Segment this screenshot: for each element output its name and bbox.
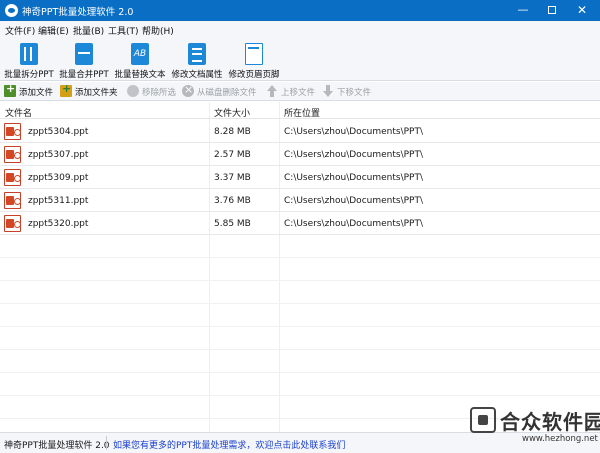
menu-edit[interactable]: 编辑(E) <box>38 24 69 37</box>
file-size: 5.85 MB <box>214 219 251 229</box>
menu-help[interactable]: 帮助(H) <box>142 24 174 37</box>
file-row[interactable]: zppt5304.ppt 8.28 MB C:\Users\zhou\Docum… <box>0 120 600 143</box>
empty-row <box>0 327 600 350</box>
empty-row <box>0 373 600 396</box>
move-down-label: 下移文件 <box>337 88 372 98</box>
column-header-size[interactable]: 文件大小 <box>214 106 250 119</box>
maximize-button[interactable] <box>536 0 568 21</box>
move-down-button[interactable]: 下移文件 <box>322 85 374 99</box>
replace-text-label: 批量替换文本 <box>114 70 166 80</box>
file-size: 3.37 MB <box>214 173 251 183</box>
remove-selected-label: 移除所选 <box>142 88 177 98</box>
move-up-label: 上移文件 <box>281 88 316 98</box>
document-properties-icon <box>188 43 206 65</box>
arrow-up-icon <box>266 85 278 97</box>
header-footer-icon <box>245 43 263 65</box>
split-icon <box>20 43 38 65</box>
file-size: 8.28 MB <box>214 127 251 137</box>
remove-selected-button[interactable]: 移除所选 <box>127 85 179 99</box>
ppt-file-icon <box>4 215 21 232</box>
file-location: C:\Users\zhou\Documents\PPT\ <box>284 127 423 137</box>
menu-tools[interactable]: 工具(T) <box>108 24 139 37</box>
add-folder-button[interactable]: 添加文件夹 <box>60 82 120 99</box>
file-row[interactable]: zppt5311.ppt 3.76 MB C:\Users\zhou\Docum… <box>0 189 600 212</box>
empty-row <box>0 281 600 304</box>
watermark-logo-icon <box>470 407 496 433</box>
delete-icon <box>182 83 194 97</box>
file-name: zppt5307.ppt <box>28 150 89 160</box>
list-header: 文件名 文件大小 所在位置 <box>0 102 600 119</box>
file-name: zppt5304.ppt <box>28 127 89 137</box>
replace-text-icon: AB <box>131 43 149 65</box>
file-size: 3.76 MB <box>214 196 251 206</box>
status-app-name: 神奇PPT批量处理软件 2.0 <box>4 441 110 451</box>
file-row[interactable]: zppt5320.ppt 5.85 MB C:\Users\zhou\Docum… <box>0 212 600 235</box>
watermark-url: www.hezhong.net <box>522 434 598 444</box>
merge-ppt-button[interactable]: 批量合并PPT <box>58 41 110 80</box>
document-properties-button[interactable]: 修改文档属性 <box>170 41 224 80</box>
ppt-file-icon <box>4 169 21 186</box>
file-size: 2.57 MB <box>214 150 251 160</box>
header-footer-button[interactable]: 修改页眉页脚 <box>227 41 281 80</box>
window-title: 神奇PPT批量处理软件 2.0 <box>22 7 134 18</box>
ppt-file-icon <box>4 192 21 209</box>
empty-row <box>0 258 600 281</box>
watermark-brand: 合众软件园 <box>500 410 600 434</box>
ppt-file-icon <box>4 146 21 163</box>
action-toolbar: 添加文件 添加文件夹 移除所选 从磁盘删除文件 上移文件 下移文件 <box>0 82 600 101</box>
arrow-down-icon <box>322 85 334 97</box>
app-logo-icon <box>5 4 18 17</box>
minimize-button[interactable]: — <box>507 0 539 21</box>
file-list[interactable]: 文件名 文件大小 所在位置 zppt5304.ppt 8.28 MB C:\Us… <box>0 102 600 432</box>
split-ppt-button[interactable]: 批量拆分PPT <box>3 41 55 80</box>
remove-icon <box>127 85 139 97</box>
menu-batch[interactable]: 批量(B) <box>73 24 104 37</box>
title-bar: 神奇PPT批量处理软件 2.0 — ✕ <box>0 0 600 21</box>
add-file-icon <box>4 82 16 97</box>
status-divider <box>106 436 107 450</box>
empty-row <box>0 304 600 327</box>
site-watermark: 合众软件园 www.hezhong.net <box>470 404 600 450</box>
column-header-location[interactable]: 所在位置 <box>284 106 320 119</box>
file-row[interactable]: zppt5309.ppt 3.37 MB C:\Users\zhou\Docum… <box>0 166 600 189</box>
add-file-button[interactable]: 添加文件 <box>4 82 56 99</box>
ppt-file-icon <box>4 123 21 140</box>
replace-text-button[interactable]: AB 批量替换文本 <box>113 41 167 80</box>
file-name: zppt5309.ppt <box>28 173 89 183</box>
file-location: C:\Users\zhou\Documents\PPT\ <box>284 173 423 183</box>
add-folder-icon <box>60 82 72 97</box>
header-footer-label: 修改页眉页脚 <box>228 70 280 80</box>
file-name: zppt5311.ppt <box>28 196 89 206</box>
file-location: C:\Users\zhou\Documents\PPT\ <box>284 150 423 160</box>
file-location: C:\Users\zhou\Documents\PPT\ <box>284 196 423 206</box>
menu-file[interactable]: 文件(F) <box>5 24 35 37</box>
merge-ppt-label: 批量合并PPT <box>59 70 109 80</box>
ribbon-toolbar: 批量拆分PPT 批量合并PPT AB 批量替换文本 修改文档属性 修改页眉页脚 <box>0 39 600 81</box>
delete-from-disk-button[interactable]: 从磁盘删除文件 <box>182 83 260 99</box>
move-up-button[interactable]: 上移文件 <box>266 85 318 99</box>
column-header-name[interactable]: 文件名 <box>5 106 32 119</box>
document-properties-label: 修改文档属性 <box>171 70 223 80</box>
merge-icon <box>75 43 93 65</box>
menu-bar: 文件(F) 编辑(E) 批量(B) 工具(T) 帮助(H) <box>0 21 600 39</box>
close-button[interactable]: ✕ <box>566 0 598 21</box>
maximize-icon <box>548 6 556 14</box>
file-name: zppt5320.ppt <box>28 219 89 229</box>
split-ppt-label: 批量拆分PPT <box>4 70 54 80</box>
empty-row <box>0 235 600 258</box>
file-location: C:\Users\zhou\Documents\PPT\ <box>284 219 423 229</box>
contact-us-link[interactable]: 如果您有更多的PPT批量处理需求，欢迎点击此处联系我们 <box>113 438 345 451</box>
add-folder-label: 添加文件夹 <box>75 88 118 98</box>
empty-row <box>0 350 600 373</box>
delete-from-disk-label: 从磁盘删除文件 <box>197 88 257 98</box>
file-row[interactable]: zppt5307.ppt 2.57 MB C:\Users\zhou\Docum… <box>0 143 600 166</box>
add-file-label: 添加文件 <box>19 88 54 98</box>
